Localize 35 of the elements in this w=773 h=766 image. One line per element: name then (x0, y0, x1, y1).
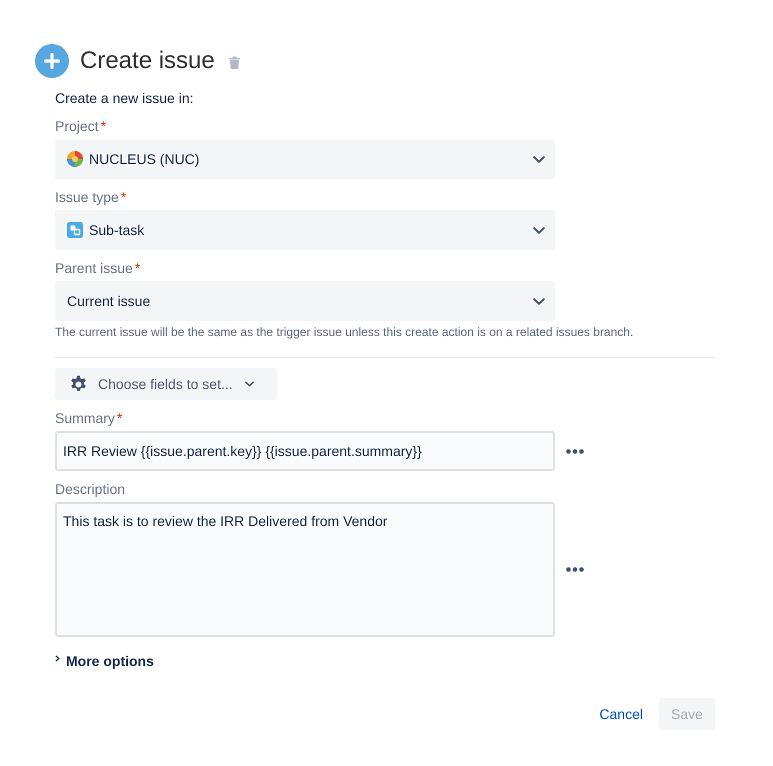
field-label: Parent issue (55, 259, 133, 278)
select-value: Current issue (67, 292, 150, 310)
select-field[interactable]: Sub-task (55, 210, 555, 250)
select-value: NUCLEUS (NUC) (89, 150, 200, 169)
chevron-down-icon (533, 156, 545, 162)
chevron-right-icon (55, 654, 60, 662)
cancel-button[interactable]: Cancel (587, 698, 655, 730)
field-label: Summary (55, 409, 115, 428)
dialog-title: Create issue (80, 46, 215, 76)
intro-text: Create a new issue in: (55, 89, 195, 108)
chevron-down-icon (244, 381, 254, 387)
required-asterisk: * (134, 259, 140, 278)
field-label: Project (55, 117, 99, 136)
chevron-down-icon (533, 298, 545, 304)
trash-icon (229, 56, 240, 68)
more-icon (566, 448, 584, 454)
select-field[interactable]: Current issue (55, 281, 555, 321)
select-value: Sub-task (89, 220, 144, 240)
required-asterisk: * (116, 409, 122, 428)
subtask-icon (67, 222, 83, 238)
required-asterisk: * (120, 188, 126, 207)
gear-icon (69, 374, 88, 394)
chevron-down-icon (533, 226, 545, 234)
field-label: Issue type (55, 188, 119, 207)
more-options-toggle[interactable]: More options (55, 650, 154, 672)
description-textarea[interactable]: This task is to review the IRR Delivered from Vendor (55, 502, 555, 637)
choose-fields-button[interactable]: Choose fields to set... (55, 368, 277, 400)
helper-text: The current issue will be the same as the trigger issue unless this create action is on a related issues branch. (55, 324, 634, 340)
select-field[interactable]: NUCLEUS (NUC) (55, 139, 555, 179)
summary-input[interactable]: IRR Review {{issue.parent.key}} {{issue.parent.summary}} (55, 431, 555, 471)
plus-circle-icon (35, 44, 69, 78)
project-avatar-icon (67, 151, 83, 167)
required-asterisk: * (100, 117, 106, 136)
more-icon (566, 567, 584, 572)
field-label: Description (55, 480, 126, 499)
